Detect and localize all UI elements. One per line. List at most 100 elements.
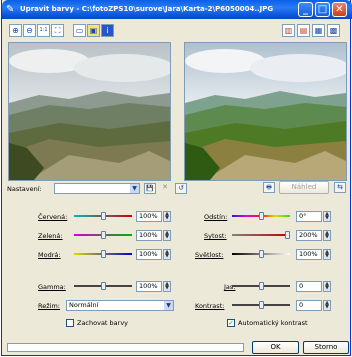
reset-icon: ↺ [178,184,184,192]
brightness-spinner[interactable]: ▲ ▼ [323,281,331,292]
layout-3-button[interactable]: ▦ [312,24,325,37]
keep-colors-checkbox[interactable] [66,319,74,327]
actual-size-button[interactable]: 1:1 [37,24,50,37]
reset-button[interactable]: ↺ [175,183,187,194]
chevron-down-icon: ▼ [164,301,173,310]
minimize-button[interactable]: _ [298,2,313,17]
auto-contrast-checkbox[interactable]: ✓ [227,319,235,327]
view-split-icon: ▭ [75,26,84,35]
preview-label: Náhled [291,183,317,191]
info-button[interactable]: i [101,24,114,37]
saturation-track [232,234,290,236]
layout-2-button[interactable]: ▤ [297,24,310,37]
saturation-value[interactable]: 200% [296,230,322,241]
title-bar[interactable]: ✎ Upravit barvy - C:\fotoZPS10\surove\Ja… [2,0,352,19]
blue-value[interactable]: 100% [136,249,162,260]
result-preview[interactable] [184,42,347,181]
green-value[interactable]: 100% [136,230,162,241]
mode-value: Normální [69,301,99,309]
green-spinner[interactable]: ▲ ▼ [163,230,171,241]
progress-bar [7,343,244,352]
brightness-value[interactable]: 0 [296,281,322,292]
zoom-in-button[interactable]: ⊕ [9,24,22,37]
layout-1-button[interactable]: ▥ [282,24,295,37]
info-icon: i [106,26,109,35]
view-single-button[interactable]: ▣ [87,24,100,37]
view-split-button[interactable]: ▭ [73,24,86,37]
lightness-slider[interactable] [232,250,290,258]
compare-button[interactable]: ⇆ [334,182,346,193]
minimize-icon: _ [303,4,308,15]
hue-value[interactable]: 0° [296,211,322,222]
zoom-out-button[interactable]: ⊖ [23,24,36,37]
gamma-value[interactable]: 100% [136,281,162,292]
keep-colors-label: Zachovat barvy [77,319,129,327]
green-label: Zelená: [38,232,63,240]
save-icon: 💾 [146,185,154,192]
save-preset-button[interactable]: 💾 [144,183,156,194]
layout-horizontal-icon: ▤ [299,26,308,35]
fit-window-icon: ⛶ [54,26,61,35]
hue-label: Odstín: [204,213,228,221]
chevron-down-icon: ▼ [130,184,139,193]
app-icon: ✎ [6,4,15,15]
close-icon: ✕ [335,4,344,15]
ok-button[interactable]: OK [252,341,299,354]
layout-vertical-icon: ▥ [284,26,293,35]
delete-preset-button[interactable]: ✕ [159,183,171,194]
contrast-spinner[interactable]: ▲ ▼ [323,300,331,311]
red-spinner[interactable]: ▲ ▼ [163,211,171,222]
original-photo [9,43,170,180]
print-button[interactable]: 🖶 [263,182,275,193]
gamma-slider[interactable] [74,282,132,290]
mode-label: Režim: [38,302,60,310]
red-label: Červená: [38,213,68,221]
green-thumb[interactable] [101,231,106,239]
lightness-value[interactable]: 100% [296,249,322,260]
delete-icon: ✕ [162,183,168,191]
contrast-value[interactable]: 0 [296,300,322,311]
view-single-icon: ▣ [89,26,98,35]
blue-thumb[interactable] [101,250,106,258]
contrast-slider[interactable] [232,301,290,309]
blue-spinner[interactable]: ▲ ▼ [163,249,171,260]
brightness-thumb[interactable] [259,282,264,290]
saturation-label: Sytost: [204,232,227,240]
brightness-slider[interactable] [232,282,290,290]
lightness-thumb[interactable] [259,250,264,258]
hue-spinner[interactable]: ▲ ▼ [323,211,331,222]
cancel-label: Storno [314,343,338,351]
blue-slider[interactable] [74,250,132,258]
saturation-thumb[interactable] [285,231,290,239]
gamma-spinner[interactable]: ▲ ▼ [163,281,171,292]
layout-grid-icon: ▦ [314,26,323,35]
preset-select[interactable]: ▼ [54,183,140,194]
mode-select[interactable]: Normální ▼ [66,300,174,311]
close-button[interactable]: ✕ [332,2,347,17]
cancel-button[interactable]: Storno [303,341,349,354]
saturation-spinner[interactable]: ▲ ▼ [323,230,331,241]
lightness-label: Světlost: [195,251,224,259]
gamma-label: Gamma: [38,283,66,291]
green-slider[interactable] [74,231,132,239]
layout-single-icon: ▩ [329,26,338,35]
saturation-slider[interactable] [232,231,290,239]
layout-4-button[interactable]: ▩ [327,24,340,37]
contrast-thumb[interactable] [259,301,264,309]
auto-contrast-label: Automatický kontrast [238,319,308,327]
red-thumb[interactable] [101,212,106,220]
maximize-button[interactable]: □ [315,2,330,17]
red-slider[interactable] [74,212,132,220]
actual-size-icon: 1:1 [39,27,48,33]
original-preview[interactable] [8,42,171,181]
preview-button[interactable]: Náhled [279,181,329,194]
hue-slider[interactable] [232,212,290,220]
print-icon: 🖶 [266,184,272,191]
lightness-spinner[interactable]: ▲ ▼ [323,249,331,260]
fit-window-button[interactable]: ⛶ [51,24,64,37]
hue-thumb[interactable] [259,212,264,220]
color-adjust-window: ✎ Upravit barvy - C:\fotoZPS10\surove\Ja… [1,0,352,356]
zoom-out-icon: ⊖ [26,26,33,35]
red-value[interactable]: 100% [136,211,162,222]
gamma-thumb[interactable] [101,282,106,290]
